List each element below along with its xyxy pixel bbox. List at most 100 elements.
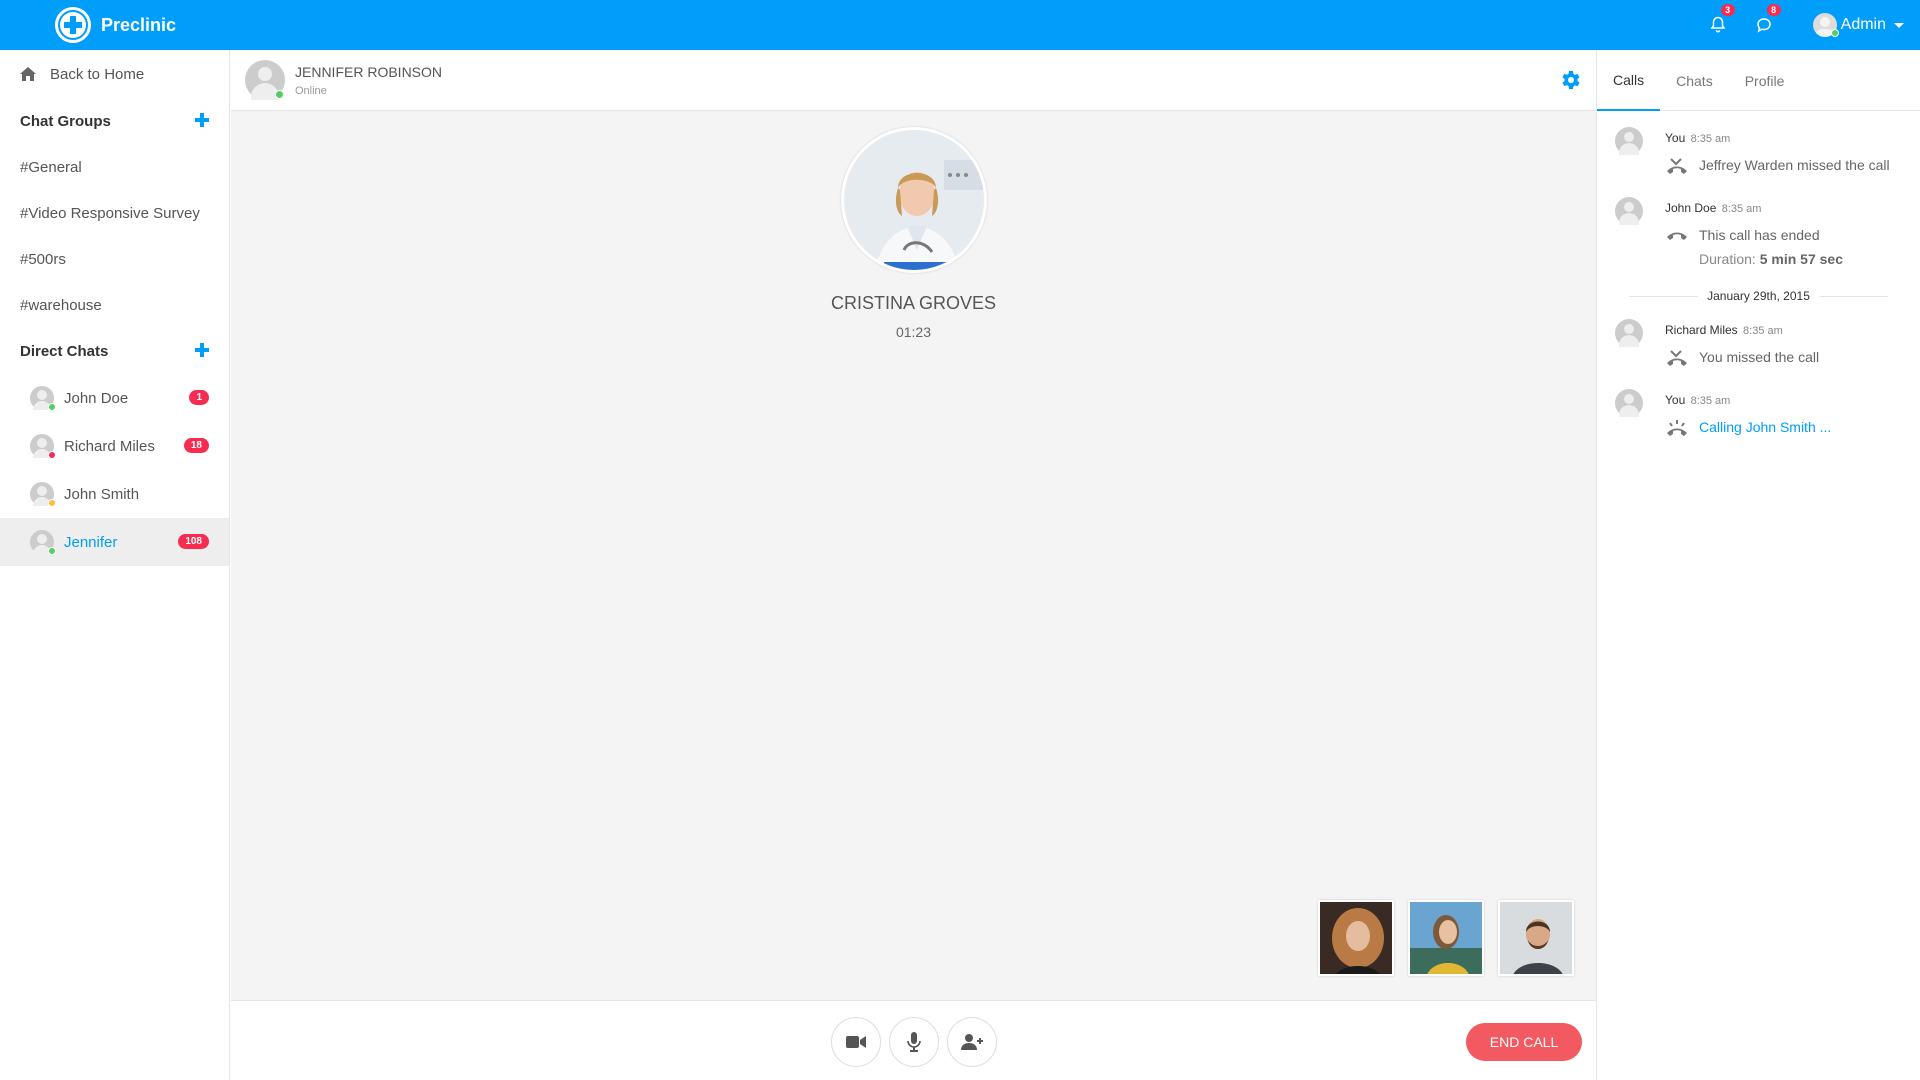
logo-icon xyxy=(55,7,91,43)
online-status-dot xyxy=(1830,29,1839,37)
add-group-icon[interactable] xyxy=(195,113,209,127)
missed-call-icon xyxy=(1667,350,1687,366)
video-camera-icon xyxy=(846,1036,866,1048)
participant-thumbnail[interactable] xyxy=(1408,900,1484,976)
direct-chat-name: Richard Miles xyxy=(64,437,155,455)
call-area: CRISTINA GROVES 01:23 xyxy=(231,111,1596,1000)
log-time: 8:35 am xyxy=(1690,395,1731,407)
direct-chat-john-doe[interactable]: John Doe 1 xyxy=(0,374,229,422)
group-item-video-survey[interactable]: #Video Responsive Survey xyxy=(0,190,229,236)
brand-logo[interactable]: Preclinic xyxy=(55,7,176,43)
direct-chat-name: Jennifer xyxy=(64,533,118,551)
notifications-badge: 3 xyxy=(1720,4,1735,16)
back-to-home-label: Back to Home xyxy=(50,65,145,83)
contact-name: JENNIFER ROBINSON xyxy=(295,63,443,80)
group-label: #warehouse xyxy=(20,296,102,314)
call-history-panel: Calls Chats Profile You 8:35 am Jeffrey … xyxy=(1596,50,1920,1080)
avatar xyxy=(1615,197,1643,225)
participant-thumbnail[interactable] xyxy=(1498,900,1574,976)
avatar xyxy=(1615,319,1643,347)
tab-profile[interactable]: Profile xyxy=(1729,50,1801,111)
log-message: Jeffrey Warden missed the call xyxy=(1699,157,1890,173)
call-timer: 01:23 xyxy=(895,324,932,340)
sidebar: Back to Home Chat Groups #General #Video… xyxy=(0,50,230,1080)
user-name: Admin xyxy=(1840,16,1886,33)
log-message: This call has ended xyxy=(1699,227,1820,243)
call-log-item: John Doe 8:35 am This call has ended Dur… xyxy=(1613,197,1904,267)
direct-chat-jennifer[interactable]: Jennifer 108 xyxy=(0,518,229,566)
end-call-button[interactable]: END CALL xyxy=(1466,1023,1582,1061)
online-status-dot xyxy=(275,90,284,99)
chevron-down-icon xyxy=(1894,22,1904,28)
add-user-icon xyxy=(961,1034,983,1050)
tab-calls[interactable]: Calls xyxy=(1597,50,1661,111)
date-divider-label: January 29th, 2015 xyxy=(1697,289,1820,303)
panel-tabs: Calls Chats Profile xyxy=(1597,50,1920,111)
brand-name: Preclinic xyxy=(101,14,177,35)
status-dot xyxy=(48,499,56,507)
chat-groups-title: Chat Groups xyxy=(20,112,111,130)
avatar xyxy=(30,386,56,411)
calling-icon xyxy=(1667,420,1687,436)
avatar[interactable] xyxy=(245,60,285,100)
call-controls: END CALL xyxy=(231,1000,1596,1080)
group-item-warehouse[interactable]: #warehouse xyxy=(0,282,229,328)
direct-chat-name: John Doe xyxy=(64,389,129,407)
unread-badge: 1 xyxy=(189,390,209,405)
status-dot xyxy=(48,451,56,459)
back-to-home-link[interactable]: Back to Home xyxy=(0,50,229,98)
call-ended-icon xyxy=(1667,232,1687,240)
chat-groups-heading: Chat Groups xyxy=(0,98,229,144)
tab-chats[interactable]: Chats xyxy=(1660,50,1729,111)
notifications-button[interactable]: 3 xyxy=(1707,4,1735,36)
messages-badge: 8 xyxy=(1766,4,1781,16)
log-time: 8:35 am xyxy=(1690,133,1731,145)
participant-thumbnail[interactable] xyxy=(1318,900,1394,976)
group-label: #500rs xyxy=(20,250,66,268)
microphone-icon xyxy=(907,1032,921,1052)
group-item-general[interactable]: #General xyxy=(0,144,229,190)
direct-chat-richard-miles[interactable]: Richard Miles 18 xyxy=(0,422,229,470)
video-toggle-button[interactable] xyxy=(831,1017,881,1067)
log-author: You xyxy=(1665,131,1686,145)
messages-button[interactable]: 8 xyxy=(1753,4,1781,36)
gear-icon[interactable] xyxy=(1558,68,1582,92)
log-author: Richard Miles xyxy=(1665,323,1738,337)
direct-chat-john-smith[interactable]: John Smith xyxy=(0,470,229,518)
log-author: John Doe xyxy=(1665,201,1717,215)
calling-link[interactable]: Calling John Smith ... xyxy=(1699,419,1831,435)
chat-header: JENNIFER ROBINSON Online xyxy=(231,50,1596,111)
status-dot xyxy=(48,403,56,411)
duration-value: 5 min 57 sec xyxy=(1759,251,1843,267)
add-participant-button[interactable] xyxy=(947,1017,997,1067)
group-item-500rs[interactable]: #500rs xyxy=(0,236,229,282)
group-label: #Video Responsive Survey xyxy=(20,204,200,222)
avatar xyxy=(1615,389,1643,417)
log-message: You missed the call xyxy=(1699,349,1820,365)
missed-call-icon xyxy=(1667,158,1687,174)
log-author: You xyxy=(1665,393,1686,407)
date-divider: January 29th, 2015 xyxy=(1629,289,1888,310)
call-log-item: You 8:35 am Calling John Smith ... xyxy=(1613,389,1904,437)
duration-label: Duration: xyxy=(1699,251,1756,267)
log-time: 8:35 am xyxy=(1743,325,1783,337)
avatar xyxy=(30,530,56,555)
direct-chats-heading: Direct Chats xyxy=(0,328,229,374)
direct-chats-title: Direct Chats xyxy=(20,342,109,360)
avatar xyxy=(30,482,56,507)
add-direct-chat-icon[interactable] xyxy=(195,343,209,357)
chat-bubble-icon xyxy=(1756,18,1771,33)
participant-thumbnails xyxy=(1304,900,1574,976)
log-time: 8:35 am xyxy=(1721,203,1762,215)
user-menu[interactable]: Admin xyxy=(1812,13,1904,37)
caller-name: CRISTINA GROVES xyxy=(830,293,997,313)
status-dot xyxy=(48,547,56,555)
caller-avatar xyxy=(841,127,987,273)
direct-chat-name: John Smith xyxy=(64,485,140,503)
microphone-toggle-button[interactable] xyxy=(889,1017,939,1067)
home-icon xyxy=(20,67,36,81)
call-duration: Duration: 5 min 57 sec xyxy=(1699,251,1843,267)
group-label: #General xyxy=(20,158,82,176)
call-log-item: You 8:35 am Jeffrey Warden missed the ca… xyxy=(1613,127,1904,175)
top-header: Preclinic 3 8 Admin xyxy=(0,0,1920,50)
